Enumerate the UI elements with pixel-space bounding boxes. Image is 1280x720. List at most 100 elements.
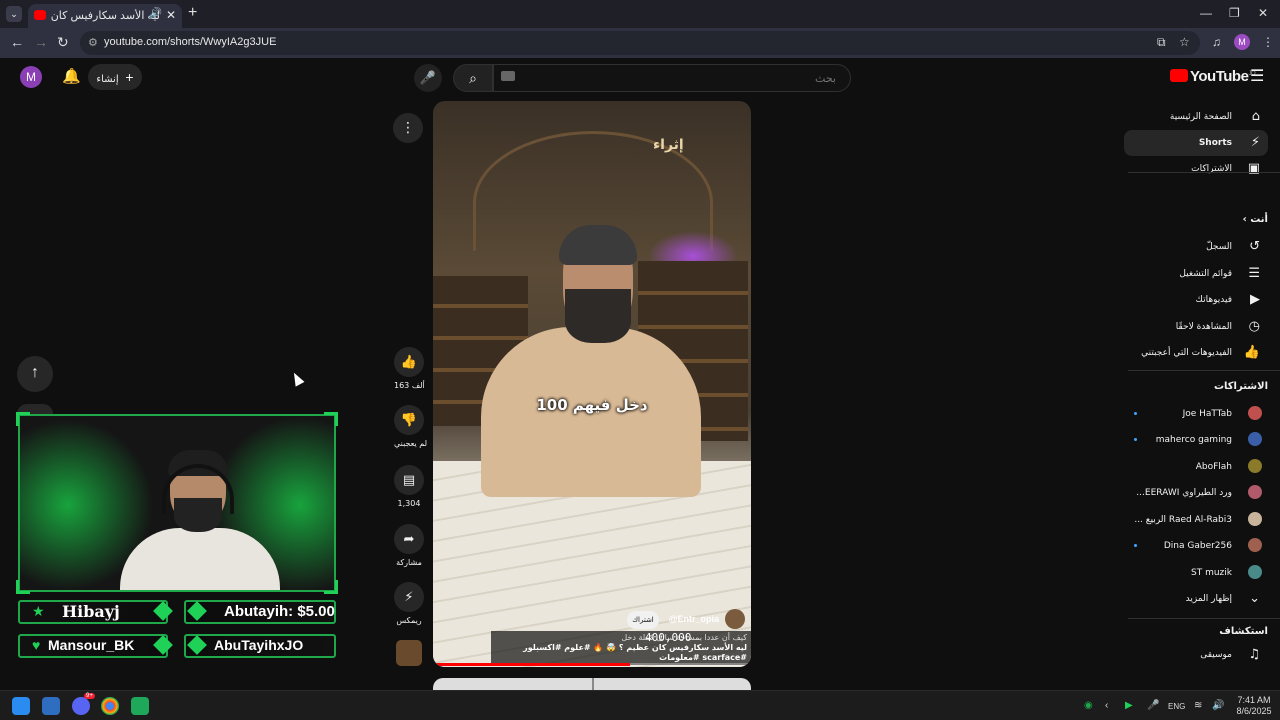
tray-status-icon[interactable]: ◉ xyxy=(1084,700,1093,711)
tray-play-icon[interactable]: ▶ xyxy=(1125,700,1133,711)
sidebar-item-shorts[interactable]: ⚡ Shorts xyxy=(1124,130,1268,156)
video-progress-bar[interactable] xyxy=(433,663,751,666)
volume-icon[interactable]: 🔊 xyxy=(1212,700,1224,711)
dislike-action[interactable]: 👎 لم يعجبني xyxy=(394,405,427,448)
sidebar-item-music[interactable]: ♫ موسيقى xyxy=(1124,642,1268,668)
comment-icon[interactable]: ▤ xyxy=(394,465,424,495)
share-icon[interactable]: ➦ xyxy=(394,524,424,554)
video-presenter xyxy=(481,225,701,497)
sound-thumbnail[interactable] xyxy=(394,640,424,666)
browser-tab[interactable]: ليه الأسد سكارفيس كان عظي 🔊 ✕ xyxy=(28,4,182,28)
reload-icon[interactable]: ↻ xyxy=(57,34,69,51)
windows-start-icon[interactable] xyxy=(12,697,30,715)
show-more-button[interactable]: ⌄ إظهار المزيد xyxy=(1124,586,1268,612)
close-window-icon[interactable]: ✕ xyxy=(1258,6,1268,20)
channel-avatar[interactable] xyxy=(725,609,745,629)
site-info-icon[interactable]: ⚙ xyxy=(88,36,98,49)
sidebar-item-channel[interactable]: ورد الطيراوي EERAWI... xyxy=(1124,480,1268,506)
task-view-icon[interactable] xyxy=(42,697,60,715)
keyboard-icon[interactable] xyxy=(501,71,515,81)
sidebar-item-channel[interactable]: AboFlah xyxy=(1124,454,1268,480)
sidebar-item-label: AboFlah xyxy=(1195,461,1232,472)
frame-corner-icon xyxy=(324,412,338,426)
search-input[interactable] xyxy=(493,64,851,92)
tab-search-button[interactable]: ⌄ xyxy=(6,6,22,22)
restore-icon[interactable]: ❐ xyxy=(1229,6,1240,20)
sidebar-item-liked[interactable]: 👍 الفيديوهات التي أعجبتني xyxy=(1124,340,1268,366)
channel-name[interactable]: @Entr_opia xyxy=(669,614,719,624)
overlay-name-left-bottom: Mansour_BK xyxy=(48,637,135,653)
cast-icon[interactable]: ⧉ xyxy=(1157,35,1166,50)
system-clock[interactable]: 7:41 AM 8/6/2025 xyxy=(1232,695,1276,717)
sidebar-item-history[interactable]: ↺ السجلّ xyxy=(1124,234,1268,260)
sidebar-item-your-videos[interactable]: ▶ فيديوهاتك xyxy=(1124,287,1268,313)
overlay-name-right-bottom: AbuTayihxJO xyxy=(214,637,304,653)
video-description[interactable]: كيف أن عددا بمساحة سائل كملة دخل ليه الأ… xyxy=(491,631,751,665)
sidebar-item-channel[interactable]: ST muzik xyxy=(1124,560,1268,586)
profile-avatar[interactable]: M xyxy=(1234,34,1250,50)
youtube-logo[interactable]: YouTubeJO xyxy=(1170,68,1256,85)
discord-icon[interactable] xyxy=(72,697,90,715)
address-bar-row: ← → ↻ ⚙ youtube.com/shorts/WwyIA2g3JUE ⧉… xyxy=(0,28,1280,58)
audio-playing-icon[interactable]: 🔊 xyxy=(150,8,162,19)
new-tab-button[interactable]: + xyxy=(188,4,197,22)
close-tab-icon[interactable]: ✕ xyxy=(166,8,176,22)
url-field[interactable]: ⚙ youtube.com/shorts/WwyIA2g3JUE xyxy=(80,31,1200,55)
channel-avatar xyxy=(1248,511,1262,526)
search-icon: ⌕ xyxy=(469,70,477,86)
sidebar-item-playlists[interactable]: ☰ قوائم التشغيل xyxy=(1124,261,1268,287)
sidebar-item-label: ورد الطيراوي EERAWI... xyxy=(1136,488,1232,498)
minimize-icon[interactable]: — xyxy=(1200,6,1212,20)
forward-icon[interactable]: → xyxy=(34,34,48,50)
shorts-video-player[interactable]: إثراء دخل فيهم 100 كيف أن عددا بمساحة سا… xyxy=(433,101,751,667)
mouse-cursor xyxy=(289,370,305,387)
guide-menu-icon[interactable]: ☰ xyxy=(1250,66,1264,86)
notifications-bell-icon[interactable]: 🔔 xyxy=(62,67,81,85)
like-icon[interactable]: 👍 xyxy=(394,347,424,377)
sidebar-item-channel[interactable]: Joe HaTTab xyxy=(1124,401,1268,427)
webcam-overlay xyxy=(18,414,336,592)
overlay-name-left-top: Hibayj xyxy=(62,602,120,621)
sidebar-item-label: موسيقى xyxy=(1200,650,1232,660)
sidebar-item-label: Joe HaTTab xyxy=(1182,408,1232,419)
share-action[interactable]: ➦ مشاركة xyxy=(394,524,424,567)
account-avatar[interactable]: M xyxy=(20,66,42,88)
back-icon[interactable]: ← xyxy=(10,34,24,50)
audio-thumbnail-icon[interactable] xyxy=(396,640,422,666)
remix-action[interactable]: ⚡ ريمكس xyxy=(394,582,424,625)
overlay-name-right-top: Abutayih: $5.00 xyxy=(224,603,335,620)
chrome-icon[interactable] xyxy=(101,697,119,715)
like-count: 163 ألف xyxy=(394,381,425,390)
sidebar: ⌂ الصفحة الرئيسية ⚡ Shorts ▣ الاشتراكات أنت › ↺… xyxy=(1124,100,1280,688)
sidebar-item-channel[interactable]: maherco gaming xyxy=(1124,427,1268,453)
wifi-icon[interactable]: ≋ xyxy=(1194,700,1202,711)
sidebar-item-subscriptions[interactable]: ▣ الاشتراكات xyxy=(1124,156,1268,182)
voice-search-mic-icon[interactable]: 🎤 xyxy=(414,64,442,92)
remix-icon[interactable]: ⚡ xyxy=(394,582,424,612)
tray-overflow-icon[interactable]: ‹ xyxy=(1105,700,1108,711)
create-button[interactable]: إنشاء + xyxy=(88,64,142,90)
app-icon[interactable] xyxy=(131,697,149,715)
next-short-preview[interactable] xyxy=(433,678,751,690)
tray-mic-icon[interactable]: 🎤 xyxy=(1147,700,1159,711)
sidebar-item-watch-later[interactable]: ◷ المشاهدة لاحقًا xyxy=(1124,314,1268,340)
bookmark-star-icon[interactable]: ☆ xyxy=(1179,35,1190,49)
menu-kebab-icon[interactable]: ⋮ xyxy=(1262,35,1274,49)
dislike-icon[interactable]: 👎 xyxy=(394,405,424,435)
overlay-banner-bottom: ♥ Mansour_BK AbuTayihxJO xyxy=(18,634,336,658)
sidebar-divider xyxy=(1128,618,1280,619)
sidebar-item-channel[interactable]: Dina Gaber256 xyxy=(1124,533,1268,559)
media-control-icon[interactable]: ♫ xyxy=(1212,35,1221,49)
search-button[interactable]: ⌕ xyxy=(453,64,493,92)
comments-action[interactable]: ▤ 1,304 xyxy=(394,465,424,508)
subscribe-button[interactable]: اشتراك xyxy=(627,611,659,629)
you-section-header[interactable]: أنت › xyxy=(1243,214,1268,225)
video-progress-fill xyxy=(433,663,631,666)
sidebar-item-home[interactable]: ⌂ الصفحة الرئيسية xyxy=(1124,104,1268,130)
previous-video-button[interactable]: ↑ xyxy=(17,356,53,392)
sidebar-item-channel[interactable]: Raed Al-Rabi3 الربيع ... xyxy=(1124,507,1268,533)
language-indicator[interactable]: ENG xyxy=(1168,702,1185,711)
video-watermark: إثراء xyxy=(653,137,684,153)
new-content-dot xyxy=(1134,411,1137,415)
like-action[interactable]: 👍 163 ألف xyxy=(394,347,425,390)
